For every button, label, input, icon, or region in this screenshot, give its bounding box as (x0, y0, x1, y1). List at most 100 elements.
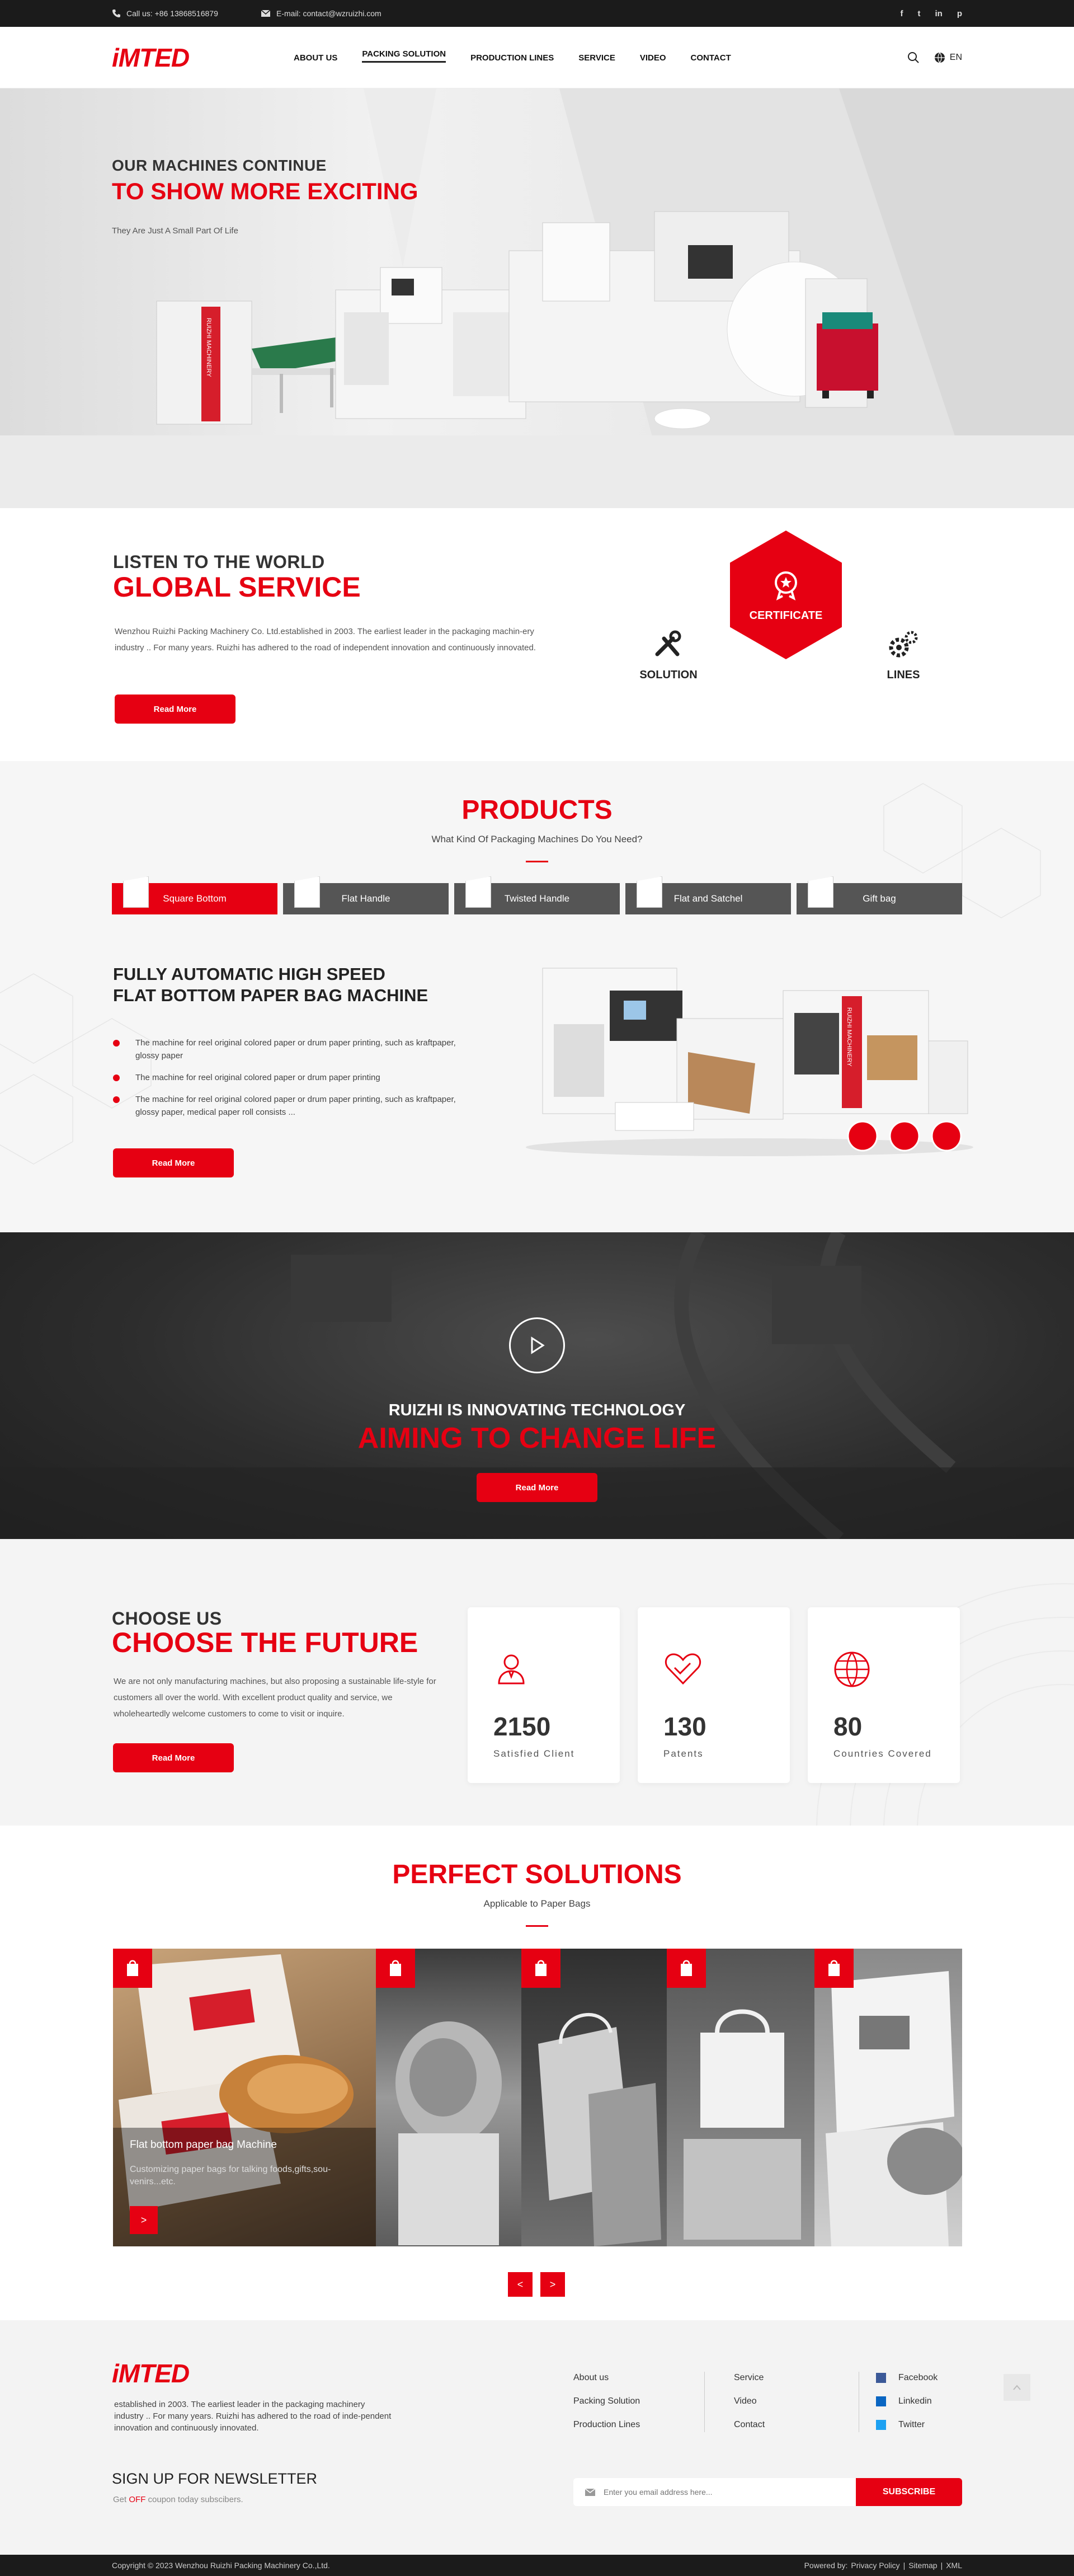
video-read-more-button[interactable]: Read More (477, 1473, 597, 1502)
solution-panel-4[interactable] (667, 1949, 814, 2246)
nav-production-lines[interactable]: PRODUCTION LINES (470, 53, 554, 63)
award-icon (775, 571, 797, 600)
footer-link-about[interactable]: About us (573, 2373, 609, 2383)
social-links: f t in p (900, 0, 962, 27)
nav-contact[interactable]: CONTACT (691, 53, 731, 63)
choose-us-section: CHOOSE US CHOOSE THE FUTURE We are not o… (0, 1539, 1074, 1826)
products-subtitle: What Kind Of Packaging Machines Do You N… (431, 834, 643, 844)
tab-gift-bag[interactable]: Gift bag (797, 876, 962, 914)
bag-thumbnail (637, 876, 662, 908)
service-read-more-button[interactable]: Read More (115, 695, 235, 724)
gears-icon (889, 631, 918, 657)
bag-thumbnail (123, 876, 149, 908)
tab-square-bottom[interactable]: Square Bottom (112, 876, 277, 914)
nav-about-us[interactable]: ABOUT US (294, 53, 337, 63)
top-bar: Call us: +86 13868516879 E-mail: contact… (0, 0, 1074, 27)
footer-link-video[interactable]: Video (734, 2396, 757, 2406)
facebook-icon (876, 2373, 886, 2383)
logo[interactable]: iMTED (112, 43, 190, 72)
panel-image (113, 1954, 376, 2246)
stat-card-countries: 80 Countries Covered (808, 1607, 960, 1783)
stat-number: 130 (663, 1712, 706, 1741)
choose-text: We are not only manufacturing machines, … (114, 1677, 436, 1719)
footer-link-twitter[interactable]: Twitter (876, 2420, 925, 2430)
tab-label: Square Bottom (163, 893, 227, 904)
footer-link-label: Linkedin (898, 2396, 932, 2406)
play-button[interactable] (509, 1317, 565, 1373)
search-icon[interactable] (907, 51, 920, 64)
choose-read-more-button[interactable]: Read More (113, 1743, 234, 1772)
nav-packing-solution[interactable]: PACKING SOLUTION (362, 49, 446, 63)
email-info[interactable]: E-mail: contact@wzruizhi.com (261, 0, 381, 27)
nav-service[interactable]: SERVICE (578, 53, 615, 63)
stat-card-patents: 130 Patents (638, 1607, 790, 1783)
chevron-up-icon (1013, 2385, 1021, 2390)
bullet-item: The machine for reel original colored pa… (113, 1093, 471, 1119)
footer-link-production-lines[interactable]: Production Lines (573, 2420, 640, 2430)
email-text: E-mail: contact@wzruizhi.com (276, 9, 381, 18)
stat-label: Countries Covered (833, 1748, 932, 1759)
title-underline (526, 861, 548, 862)
globe-icon (834, 1651, 870, 1687)
bullet-text: The machine for reel original colored pa… (135, 1073, 380, 1082)
newsletter-form: SUBSCRIBE (573, 2478, 962, 2506)
footer-link-linkedin[interactable]: Linkedin (876, 2396, 932, 2406)
bullet-text: The machine for reel original colored pa… (135, 1038, 456, 1061)
newsletter-email-input[interactable] (604, 2479, 856, 2505)
lines-hex[interactable]: LINES (847, 591, 959, 720)
twitter-icon[interactable]: t (917, 9, 920, 18)
back-to-top-button[interactable] (1004, 2374, 1030, 2401)
solutions-title: PERFECT SOLUTIONS (392, 1860, 682, 1889)
panel-tag (814, 1949, 854, 1988)
language-switch[interactable]: EN (934, 52, 962, 63)
product-heading-line-1: FULLY AUTOMATIC HIGH SPEED (113, 964, 385, 984)
solution-panel-5[interactable] (814, 1949, 962, 2246)
service-text: Wenzhou Ruizhi Packing Machinery Co. Ltd… (115, 627, 536, 653)
panel-title: Flat bottom paper bag Machine (130, 2139, 277, 2151)
tab-flat-handle[interactable]: Flat Handle (283, 876, 449, 914)
language-label: EN (949, 53, 962, 62)
xml-link[interactable]: XML (946, 2561, 962, 2570)
person-icon (498, 1654, 525, 1685)
certificate-hex[interactable]: CERTIFICATE (730, 531, 842, 659)
sitemap-link[interactable]: Sitemap (908, 2561, 937, 2570)
tab-flat-and-satchel[interactable]: Flat and Satchel (625, 876, 791, 914)
stat-label: Satisfied Client (493, 1748, 575, 1759)
footer-link-facebook[interactable]: Facebook (876, 2373, 938, 2383)
nav-video[interactable]: VIDEO (640, 53, 666, 63)
footer-link-service[interactable]: Service (734, 2373, 764, 2383)
footer-link-packing-solution[interactable]: Packing Solution (573, 2396, 640, 2406)
copyright-bar: Copyright © 2023 Wenzhou Ruizhi Packing … (0, 2555, 1074, 2576)
carousel-prev-button[interactable]: < (508, 2272, 533, 2297)
solution-panel-2[interactable] (376, 1949, 521, 2246)
panel-arrow-button[interactable]: > (130, 2206, 158, 2234)
tab-twisted-handle[interactable]: Twisted Handle (454, 876, 620, 914)
subscribe-button[interactable]: SUBSCRIBE (856, 2478, 962, 2506)
panel-tag (113, 1949, 152, 1988)
solution-panel-active[interactable]: Flat bottom paper bag Machine Customizin… (113, 1949, 376, 2246)
linkedin-icon[interactable]: in (935, 9, 942, 18)
service-title: GLOBAL SERVICE (113, 571, 361, 603)
hero-machine-brand: RUIZHI MACHINERY (205, 318, 212, 377)
carousel-next-button[interactable]: > (540, 2272, 565, 2297)
feature-badges (847, 1120, 962, 1152)
pinterest-icon[interactable]: p (957, 9, 962, 18)
video-section: RUIZHI IS INNOVATING TECHNOLOGY AIMING T… (0, 1232, 1074, 1539)
solution-hex[interactable]: SOLUTION (613, 591, 724, 720)
twitter-icon (876, 2420, 886, 2430)
solution-panel-3[interactable] (521, 1949, 667, 2246)
privacy-policy-link[interactable]: Privacy Policy (851, 2561, 899, 2570)
footer-logo[interactable]: iMTED (112, 2358, 190, 2389)
stat-label: Patents (663, 1748, 704, 1759)
separator: | (903, 2561, 906, 2570)
facebook-icon[interactable]: f (900, 9, 903, 18)
solutions-subtitle: Applicable to Paper Bags (483, 1898, 591, 1909)
phone-info[interactable]: Call us: +86 13868516879 (112, 0, 218, 27)
product-read-more-button[interactable]: Read More (113, 1148, 234, 1177)
footer-link-contact[interactable]: Contact (734, 2420, 765, 2430)
footer-about: established in 2003. The earliest leader… (114, 2400, 392, 2433)
stat-number: 80 (833, 1712, 863, 1741)
product-heading-line-2: FLAT BOTTOM PAPER BAG MACHINE (113, 986, 428, 1005)
footer: iMTED established in 2003. The earliest … (0, 2320, 1074, 2576)
separator: | (940, 2561, 943, 2570)
